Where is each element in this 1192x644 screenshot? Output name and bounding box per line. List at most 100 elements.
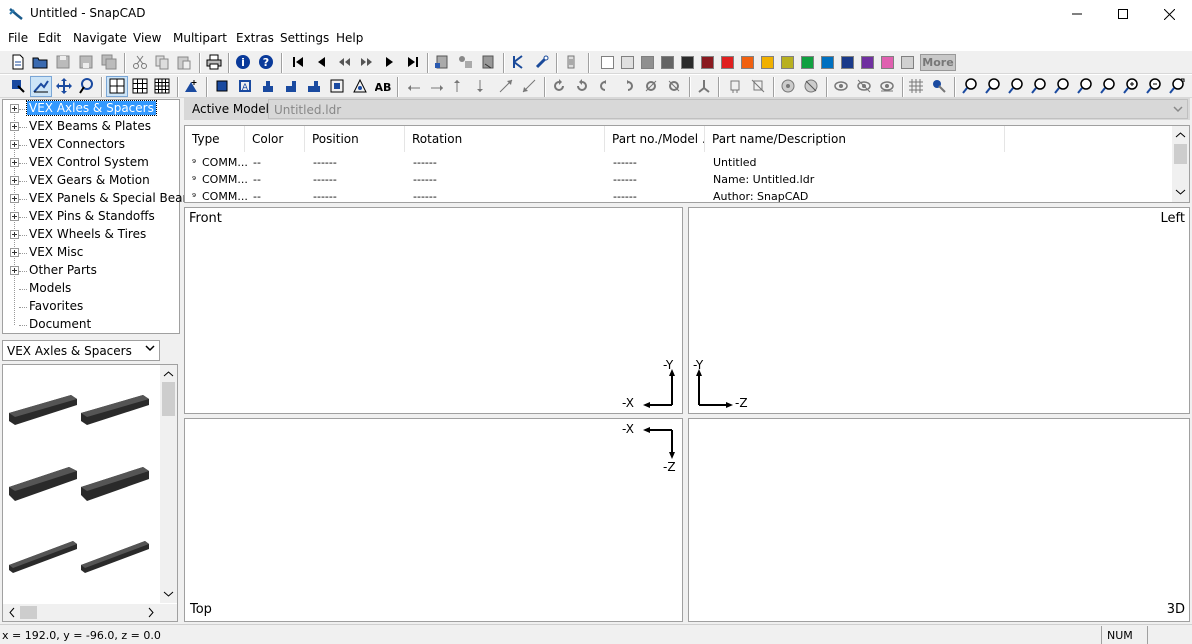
zoom-out-icon[interactable]	[1146, 78, 1162, 94]
zoom-4-icon[interactable]	[1031, 78, 1047, 94]
last-step-icon[interactable]	[405, 54, 421, 70]
axle-thumbnail-5[interactable]	[9, 541, 77, 573]
maximize-button[interactable]	[1100, 0, 1146, 28]
parts-category-select[interactable]: VEX Axles & Spacers	[2, 340, 160, 361]
model-lines-list[interactable]: Type Color Position Rotation Part no./Mo…	[184, 125, 1190, 203]
help-icon[interactable]: ?	[258, 54, 274, 70]
new-file-icon[interactable]	[10, 54, 26, 70]
insert-step-icon[interactable]	[434, 54, 450, 70]
part-op-1-icon[interactable]	[214, 78, 230, 94]
move-pos-y-icon[interactable]	[452, 78, 468, 94]
scroll-down-icon[interactable]	[160, 586, 177, 603]
chevron-down-icon[interactable]	[142, 343, 157, 358]
menu-file[interactable]: File	[8, 31, 28, 45]
zoom-5-icon[interactable]	[1054, 78, 1070, 94]
tree-item-label[interactable]: VEX Axles & Spacers	[26, 100, 157, 116]
view-1-icon[interactable]	[833, 78, 849, 94]
menu-view[interactable]: View	[133, 31, 161, 45]
close-button[interactable]	[1146, 0, 1192, 28]
part-op-2-icon[interactable]: A	[237, 78, 253, 94]
axle-thumbnail-3[interactable]	[9, 467, 77, 501]
rotate-6-icon[interactable]	[666, 78, 682, 94]
tree-item-label[interactable]: VEX Connectors	[27, 137, 127, 151]
menu-edit[interactable]: Edit	[38, 31, 61, 45]
expand-icon[interactable]	[10, 122, 19, 131]
scroll-right-icon[interactable]	[143, 604, 160, 621]
expand-icon[interactable]	[10, 140, 19, 149]
view-2-icon[interactable]	[856, 78, 872, 94]
snap-settings-icon[interactable]	[931, 78, 947, 94]
tree-item-label[interactable]: VEX Misc	[27, 245, 85, 259]
cut-icon[interactable]	[132, 54, 148, 70]
tree-item[interactable]: Other Parts	[3, 262, 179, 280]
layout-16-icon[interactable]	[154, 78, 170, 94]
tree-item-label[interactable]: VEX Beams & Plates	[27, 119, 153, 133]
link-icon[interactable]	[534, 54, 550, 70]
group-icon[interactable]	[780, 78, 796, 94]
part-op-4-icon[interactable]	[283, 78, 299, 94]
rotate-4-icon[interactable]	[620, 78, 636, 94]
ungroup-icon[interactable]	[803, 78, 819, 94]
print-icon[interactable]	[206, 54, 222, 70]
tree-item-label[interactable]: VEX Wheels & Tires	[27, 227, 148, 241]
tree-item[interactable]: Models	[3, 280, 179, 298]
open-file-icon[interactable]	[32, 54, 48, 70]
axle-thumbnail-2[interactable]	[81, 395, 149, 425]
zoom-3-icon[interactable]	[1008, 78, 1024, 94]
move-neg-y-icon[interactable]	[475, 78, 491, 94]
preview-vertical-scrollbar[interactable]	[160, 365, 177, 603]
tree-item[interactable]: VEX Panels & Special Beams	[3, 190, 200, 208]
expand-icon[interactable]	[10, 158, 19, 167]
axle-thumbnail-4[interactable]	[81, 467, 149, 501]
list-row[interactable]: ₉ COMM... -- ------ ------ ------ Author: Snap…	[185, 188, 1171, 205]
select-box-icon[interactable]	[33, 78, 49, 94]
scroll-left-icon[interactable]	[3, 604, 20, 621]
tree-item-label[interactable]: VEX Pins & Standoffs	[27, 209, 157, 223]
hide-icon[interactable]	[727, 78, 743, 94]
part-op-3-icon[interactable]	[260, 78, 276, 94]
rotate-5-icon[interactable]	[643, 78, 659, 94]
tree-item[interactable]: Favorites	[3, 298, 179, 316]
axle-thumbnail-6[interactable]	[81, 541, 149, 573]
tree-item-label[interactable]: Document	[27, 317, 93, 331]
move-neg-z-icon[interactable]	[521, 78, 537, 94]
tree-item[interactable]: VEX Axles & Spacers	[3, 100, 179, 118]
fast-forward-icon[interactable]	[359, 54, 375, 70]
tree-item-label[interactable]: VEX Control System	[27, 155, 151, 169]
add-part-icon[interactable]	[183, 78, 199, 94]
color-swatch-15[interactable]	[881, 56, 894, 69]
part-op-7-icon[interactable]	[352, 78, 368, 94]
scroll-up-icon[interactable]	[160, 365, 177, 382]
zoom-2-icon[interactable]	[985, 78, 1001, 94]
part-op-8-icon[interactable]: AB	[375, 78, 391, 94]
battery-icon[interactable]	[563, 54, 579, 70]
layout-9-icon[interactable]	[132, 78, 148, 94]
view-3-icon[interactable]	[879, 78, 895, 94]
save-all-icon[interactable]	[101, 54, 117, 70]
unhide-icon[interactable]	[750, 78, 766, 94]
part-op-6-icon[interactable]	[329, 78, 345, 94]
color-swatch-7[interactable]	[721, 56, 734, 69]
tree-item-label[interactable]: VEX Gears & Motion	[27, 173, 152, 187]
copy-icon[interactable]	[154, 54, 170, 70]
scroll-up-icon[interactable]	[1172, 126, 1189, 143]
tree-item-label[interactable]: Models	[27, 281, 73, 295]
tree-item[interactable]: VEX Control System	[3, 154, 179, 172]
save-as-icon[interactable]	[78, 54, 94, 70]
tree-item[interactable]: VEX Connectors	[3, 136, 179, 154]
move-pos-x-icon[interactable]	[429, 78, 445, 94]
move-pos-z-icon[interactable]	[498, 78, 514, 94]
tree-item-label[interactable]: Other Parts	[27, 263, 99, 277]
grid-icon[interactable]	[908, 78, 924, 94]
color-swatch-4[interactable]	[661, 56, 674, 69]
delete-step-icon[interactable]	[480, 54, 496, 70]
tree-item[interactable]: VEX Beams & Plates	[3, 118, 179, 136]
prev-step-icon[interactable]	[313, 54, 329, 70]
step-options-icon[interactable]	[457, 54, 473, 70]
color-swatch-13[interactable]	[841, 56, 854, 69]
axle-thumbnail-1[interactable]	[9, 395, 77, 425]
rotate-1-icon[interactable]	[551, 78, 567, 94]
color-swatch-10[interactable]	[781, 56, 794, 69]
active-model-select[interactable]: Untitled.ldr	[268, 99, 1188, 119]
expand-icon[interactable]	[10, 104, 19, 113]
